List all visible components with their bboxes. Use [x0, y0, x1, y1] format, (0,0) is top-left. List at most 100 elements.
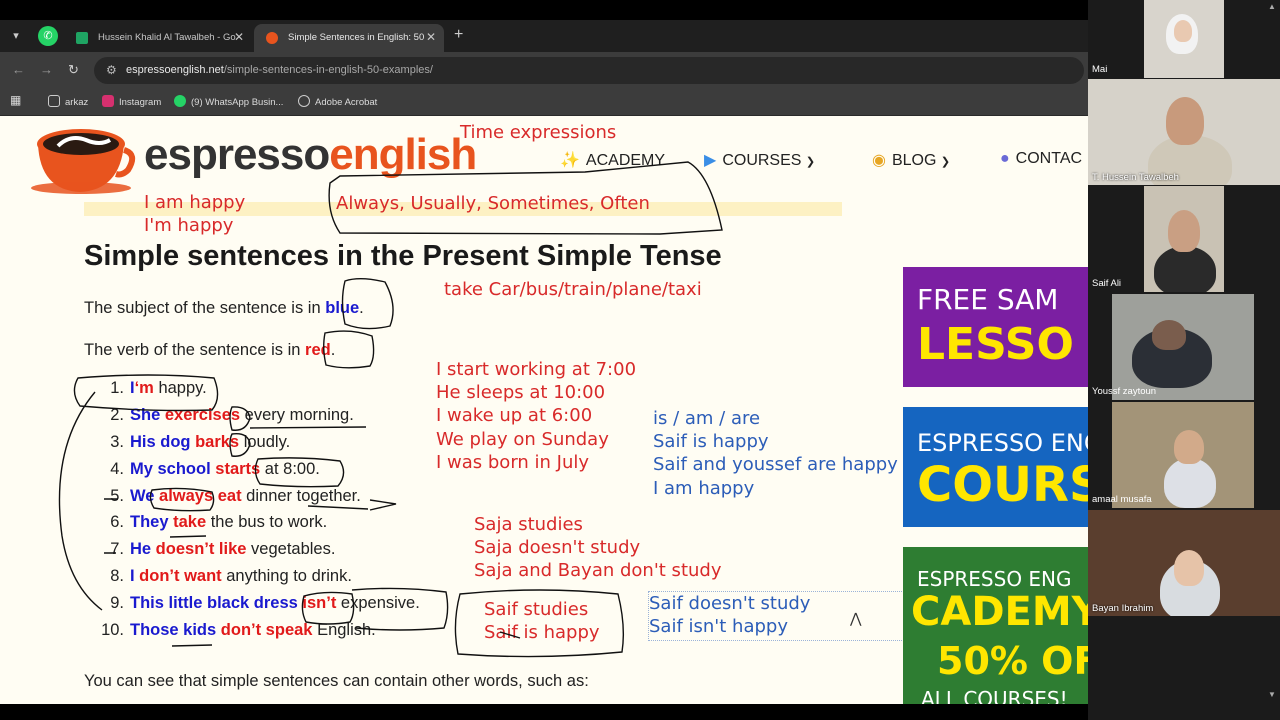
bottom-black-strip: [0, 704, 1088, 720]
sentence-verb: ‘m: [134, 379, 154, 397]
new-tab-plus-icon[interactable]: +: [454, 26, 463, 44]
annotation-saif-box: Saif studies Saif is happy: [484, 598, 600, 644]
annotation-line: I wake up at 6:00: [436, 405, 593, 427]
tab-search-chevron-icon[interactable]: ▾: [6, 26, 26, 46]
ad-academy[interactable]: ESPRESSO ENG CADEMY. 50% OFF ALL COURSES…: [903, 547, 1088, 704]
nav-label: BLOG: [891, 152, 937, 169]
text: .: [330, 341, 336, 359]
scroll-up-icon[interactable]: ▲: [1268, 2, 1276, 11]
sentence-subject: My school: [130, 459, 211, 478]
nav-courses[interactable]: ▶ COURSES ❯: [704, 150, 815, 170]
reload-icon[interactable]: ↻: [68, 62, 79, 78]
nav-blog[interactable]: ◉ BLOG ❯: [872, 150, 950, 170]
person-face: [1152, 320, 1186, 350]
list-item: 2. She exercises every morning.: [94, 406, 420, 433]
red-word: red: [305, 341, 331, 359]
video-tile[interactable]: [1112, 402, 1254, 508]
nav-academy[interactable]: ✨ ACADEMY: [560, 150, 665, 170]
web-page: espressoenglish ✨ ACADEMY ▶ COURSES ❯ ◉ BLO…: [0, 116, 1088, 704]
annotation-time-expressions: Time expressions: [460, 122, 617, 143]
bulb-icon: ◉: [872, 152, 886, 169]
sentence-verb: starts: [210, 459, 261, 478]
list-item: 8. I don’t want anything to drink.: [94, 567, 420, 594]
annotation-line: Saif and youssef are happy: [653, 454, 898, 476]
video-tile[interactable]: Bayan Ibrahim: [1088, 510, 1280, 616]
person-body: [1164, 458, 1216, 508]
text: The verb of the sentence is in: [84, 341, 306, 359]
ad-courses[interactable]: ESPRESSO ENG COURS: [903, 407, 1088, 527]
logo-wordmark: espressoenglish: [144, 130, 477, 180]
tab-label: Hussein Khalid Al Tawalbeh - Go: [98, 32, 236, 43]
acrobat-icon: [298, 95, 310, 107]
ad-line3: 50% OFF: [937, 639, 1088, 683]
chevron-down-icon: ❯: [805, 156, 816, 168]
sheets-favicon-icon: [76, 32, 88, 44]
sentence-rest: expensive.: [336, 594, 420, 613]
person-face: [1174, 550, 1204, 586]
sentence-rest: loudly.: [239, 432, 291, 451]
participant-name: Mai: [1092, 64, 1108, 75]
item-number: 7.: [110, 540, 124, 559]
annotation-line: I am happy: [653, 477, 755, 499]
sentence-verb: isn’t: [297, 594, 337, 613]
video-tile[interactable]: [1112, 294, 1254, 400]
annotation-line: Saja and Bayan don't study: [474, 560, 722, 582]
site-settings-icon[interactable]: ⚙: [106, 63, 117, 77]
verb-explanation: The verb of the sentence is in red.: [84, 341, 335, 360]
tab-label: Simple Sentences in English: 50: [288, 32, 425, 43]
close-icon[interactable]: ✕: [426, 30, 436, 44]
bookmarks-bar: ▦ arkaz Instagram (9) WhatsApp Busin... …: [0, 88, 1088, 116]
play-icon: ▶: [704, 152, 717, 169]
subject-explanation: The subject of the sentence is in blue.: [84, 299, 364, 318]
bookmark-arkaz[interactable]: arkaz: [48, 95, 88, 108]
item-number: 6.: [110, 513, 124, 532]
list-item: 4. My school starts at 8:00.: [94, 460, 420, 487]
annotation-line: Saif studies: [484, 599, 589, 620]
bookmark-label: Adobe Acrobat: [315, 97, 378, 108]
sentence-rest: dinner together.: [241, 486, 361, 505]
sparkle-icon: ✨: [560, 152, 580, 169]
annotation-im-happy: I'm happy: [144, 215, 234, 236]
ad-free-lesson[interactable]: FREE SAM LESSO: [903, 267, 1088, 387]
video-tile[interactable]: [1144, 186, 1224, 292]
sentence-subject: She: [130, 405, 161, 424]
address-bar[interactable]: ⚙ espressoenglish.net/simple-sentences-i…: [94, 57, 1084, 84]
browser-toolbar: ← → ↻ ⚙ espressoenglish.net/simple-sente…: [0, 52, 1088, 88]
item-number: 2.: [110, 405, 124, 424]
whatsapp-icon[interactable]: ✆: [38, 26, 58, 46]
nav-contact[interactable]: ● CONTAC: [1000, 150, 1082, 168]
scroll-down-icon[interactable]: ▼: [1268, 690, 1276, 699]
text-cursor-icon: ⋀: [850, 611, 862, 627]
ad-line2: CADEMY.: [911, 589, 1088, 635]
bookmark-instagram[interactable]: Instagram: [102, 95, 161, 108]
item-number: 5.: [110, 486, 124, 505]
close-icon[interactable]: ✕: [234, 30, 244, 44]
sentence-verb: barks: [190, 432, 240, 451]
video-tile[interactable]: [1144, 0, 1224, 78]
list-item: 7. He doesn’t like vegetables.: [94, 540, 420, 567]
forward-arrow-icon[interactable]: →: [40, 62, 53, 77]
tab-google-sheets[interactable]: Hussein Khalid Al Tawalbeh - Go ✕: [64, 24, 252, 52]
item-number: 8.: [110, 567, 124, 586]
video-tile[interactable]: T. Hussein Tawalbeh: [1088, 79, 1280, 185]
bookmark-label: (9) WhatsApp Busin...: [191, 97, 284, 108]
ad-line1: FREE SAM: [917, 283, 1059, 316]
ad-line2: COURS: [917, 457, 1088, 513]
tab-simple-sentences[interactable]: Simple Sentences in English: 50 ✕: [254, 24, 444, 52]
bookmark-adobe-acrobat[interactable]: Adobe Acrobat: [298, 95, 377, 108]
bookmark-whatsapp[interactable]: (9) WhatsApp Busin...: [174, 95, 283, 108]
apps-grid-icon[interactable]: ▦: [10, 93, 21, 107]
instagram-icon: [102, 95, 114, 107]
text: The subject of the sentence is in: [84, 299, 326, 317]
annotation-line: Saif is happy: [484, 622, 600, 644]
annotation-i-am-happy: I am happy: [144, 192, 246, 213]
participant-name: Bayan Ibrahim: [1092, 603, 1154, 614]
sentence-verb: exercises: [160, 405, 241, 424]
folder-icon: [48, 95, 60, 107]
sentence-verb: don’t speak: [216, 621, 313, 640]
back-arrow-icon[interactable]: ←: [12, 62, 25, 77]
sentence-subject: We: [130, 486, 155, 505]
list-item: 5. We always eat dinner together.: [94, 487, 420, 514]
list-item: 10. Those kids don’t speak English.: [94, 621, 420, 648]
sentence-rest: anything to drink.: [221, 567, 352, 586]
